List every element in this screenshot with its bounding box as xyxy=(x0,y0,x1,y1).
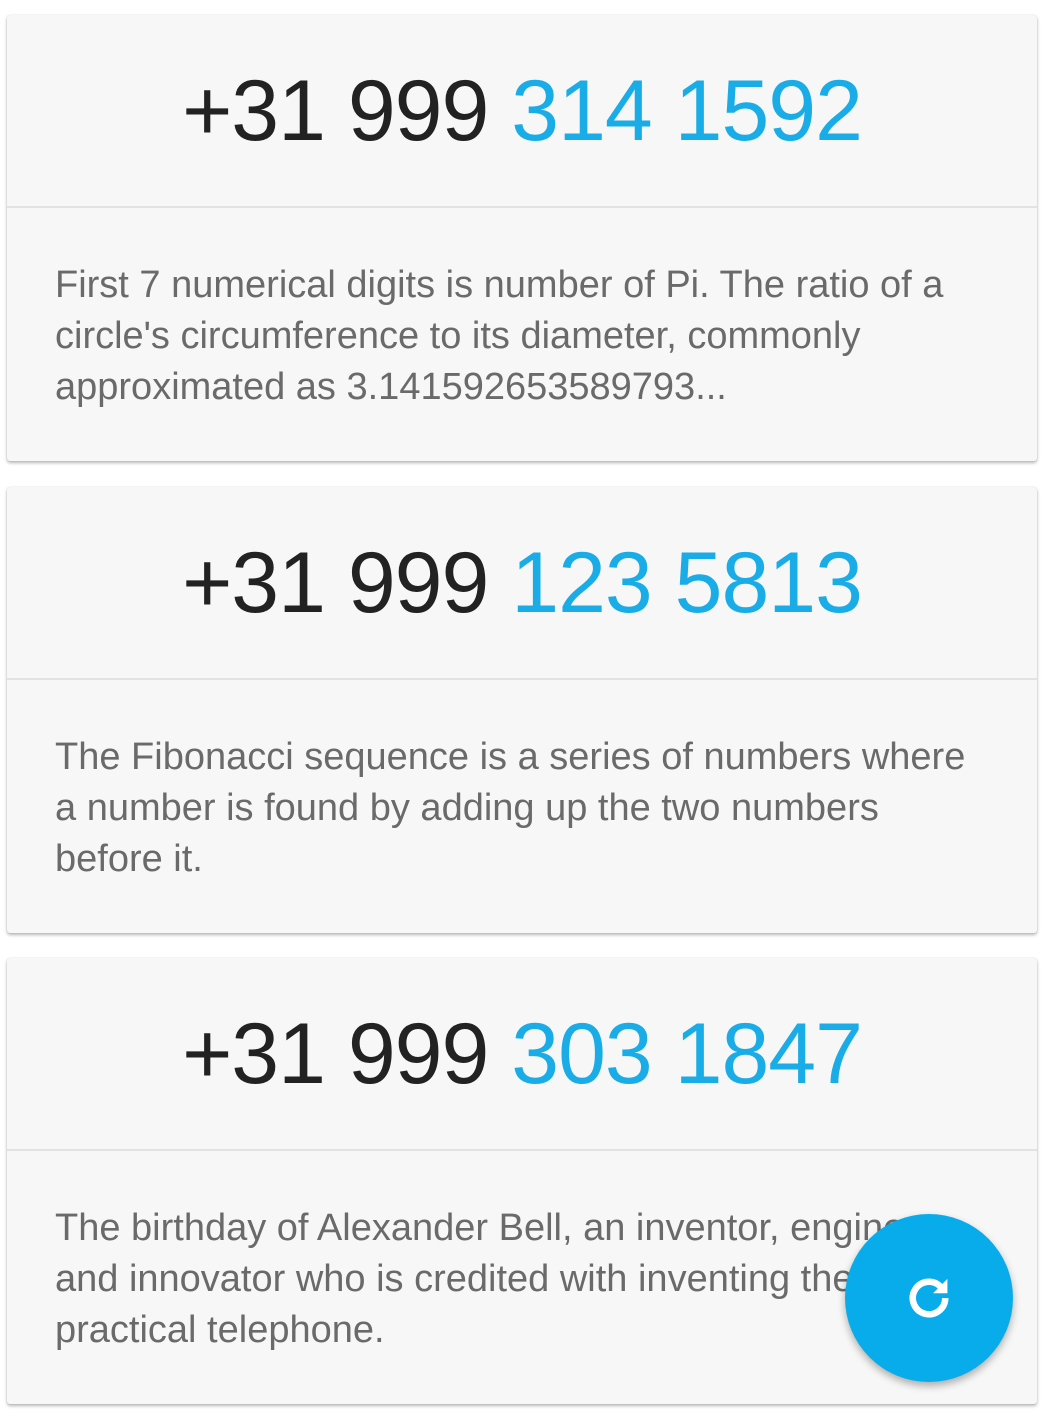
phone-prefix: +31 999 xyxy=(182,62,489,159)
phone-prefix: +31 999 xyxy=(182,534,489,631)
phone-prefix: +31 999 xyxy=(182,1005,489,1102)
card-header: +31 999 303 1847 xyxy=(7,958,1037,1151)
number-card[interactable]: +31 999 123 5813 The Fibonacci sequence … xyxy=(7,487,1037,933)
phone-highlight: 123 5813 xyxy=(511,534,863,631)
phone-number: +31 999 303 1847 xyxy=(182,1011,863,1097)
card-header: +31 999 123 5813 xyxy=(7,487,1037,680)
phone-number: +31 999 123 5813 xyxy=(182,540,863,626)
refresh-icon xyxy=(909,1278,949,1318)
card-description: The Fibonacci sequence is a series of nu… xyxy=(55,736,966,880)
refresh-button[interactable] xyxy=(845,1214,1013,1382)
card-description: First 7 numerical digits is number of Pi… xyxy=(55,264,944,408)
phone-number: +31 999 314 1592 xyxy=(182,68,863,154)
phone-highlight: 314 1592 xyxy=(511,62,863,159)
card-header: +31 999 314 1592 xyxy=(7,15,1037,208)
number-card[interactable]: +31 999 314 1592 First 7 numerical digit… xyxy=(7,15,1037,461)
page: +31 999 314 1592 First 7 numerical digit… xyxy=(0,0,1045,1428)
phone-highlight: 303 1847 xyxy=(511,1005,863,1102)
